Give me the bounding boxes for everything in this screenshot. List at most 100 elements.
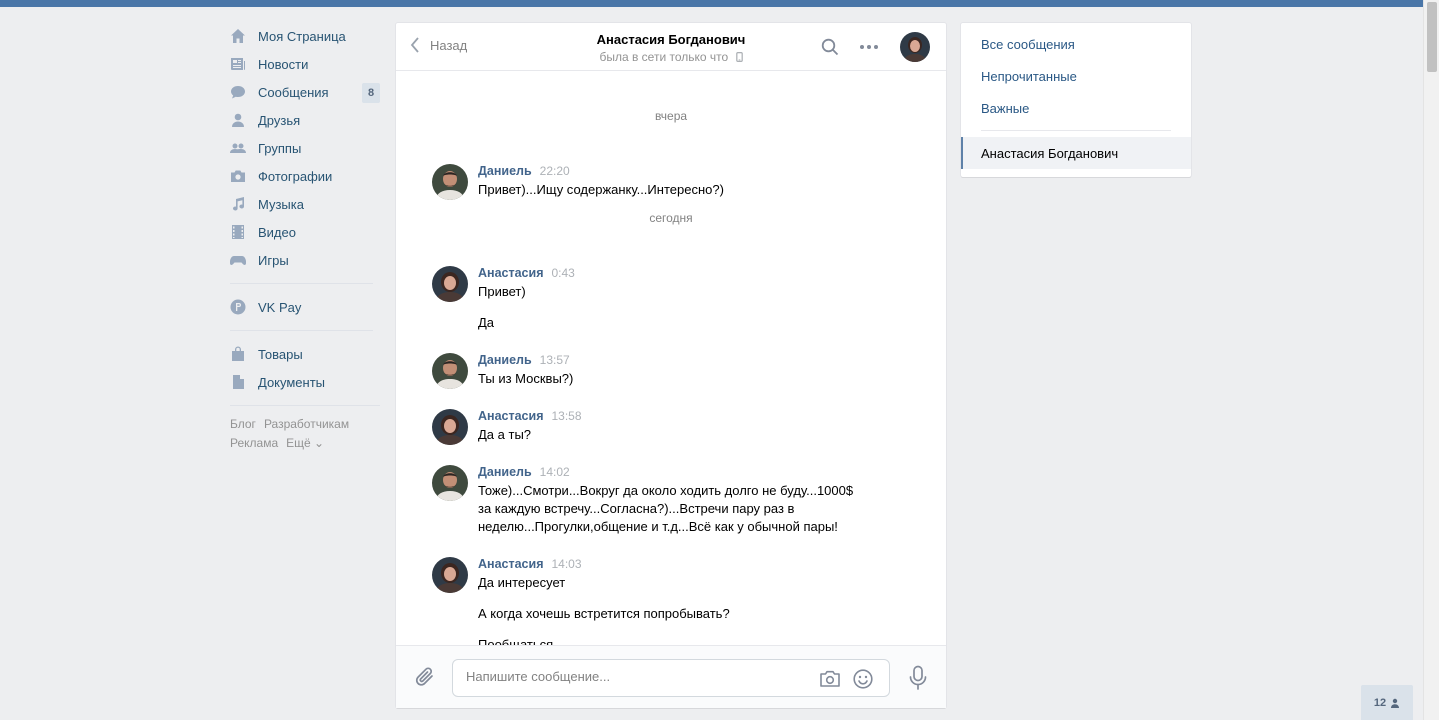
nav-item-video[interactable]: Видео — [230, 218, 380, 246]
scrollbar-thumb[interactable] — [1427, 2, 1437, 72]
message-author[interactable]: Анастасия 13:58 — [478, 409, 582, 423]
nav-label: Моя Страница — [258, 28, 346, 44]
message-text: Ты из Москвы?) — [478, 371, 574, 386]
folder-divider — [981, 130, 1171, 131]
nav-item-music[interactable]: Музыка — [230, 190, 380, 218]
friend-icon — [1391, 698, 1400, 708]
message-text: Привет)...Ищу содержанку...Интересно?) — [478, 182, 724, 197]
gamepad-icon — [230, 252, 246, 268]
message-text: Да интересует — [478, 575, 566, 590]
date-separator: вчера — [654, 109, 688, 123]
online-count-value: 12 — [1373, 696, 1387, 709]
nav-item-friends[interactable]: Друзья — [230, 106, 380, 134]
footer-link-ads[interactable]: Реклама — [230, 436, 278, 450]
message-time: 22:20 — [539, 164, 570, 178]
message-input-box[interactable] — [452, 659, 890, 697]
left-menu: Моя Страница Новости Сообщения 8 Друзья … — [230, 22, 380, 453]
news-icon — [230, 56, 246, 72]
nav-label: Товары — [258, 346, 303, 362]
nav-item-photos[interactable]: Фотографии — [230, 162, 380, 190]
camera-icon[interactable] — [819, 669, 841, 689]
messages-icon — [230, 84, 246, 100]
date-separator: сегодня — [649, 211, 693, 225]
nav-label: Сообщения — [258, 84, 329, 100]
footer-link-more[interactable]: Ещё ⌄ — [286, 436, 324, 450]
page-scrollbar[interactable] — [1423, 0, 1439, 720]
nav-label: VK Pay — [258, 299, 302, 315]
message-text: Пообщаться — [478, 637, 554, 645]
nav-label: Друзья — [258, 112, 301, 128]
film-icon — [230, 224, 246, 240]
sender-avatar-daniel[interactable] — [432, 465, 468, 501]
document-icon — [230, 374, 246, 390]
message-author[interactable]: Даниель 14:02 — [478, 465, 570, 479]
nav-label: Видео — [258, 224, 296, 240]
nav-item-messages[interactable]: Сообщения 8 — [230, 78, 380, 106]
message-text: Да а ты? — [478, 427, 532, 442]
nav-label: Новости — [258, 56, 309, 72]
peer-status-text: была в сети только что — [599, 50, 729, 64]
nav-item-games[interactable]: Игры — [230, 246, 380, 274]
message-time: 13:58 — [551, 409, 582, 423]
nav-label: Игры — [258, 252, 289, 268]
nav-label: Фотографии — [258, 168, 333, 184]
nav-divider — [230, 330, 373, 331]
sender-avatar-daniel[interactable] — [432, 353, 468, 389]
nav-label: Музыка — [258, 196, 304, 212]
message-author[interactable]: Анастасия 14:03 — [478, 557, 582, 571]
nav-divider — [230, 283, 373, 284]
nav-item-market[interactable]: Товары — [230, 340, 380, 368]
top-header-bar — [0, 0, 1423, 7]
nav-item-my-page[interactable]: Моя Страница — [230, 22, 380, 50]
message-time: 13:57 — [539, 353, 570, 367]
unread-messages-badge: 8 — [362, 83, 380, 103]
message-author[interactable]: Даниель 13:57 — [478, 353, 570, 367]
music-note-icon — [230, 196, 246, 212]
sender-avatar-anastasia[interactable] — [432, 409, 468, 445]
footer-link-blog[interactable]: Блог — [230, 417, 256, 431]
folder-all-messages[interactable]: Все сообщения — [961, 28, 1191, 60]
chat-panel: Назад Анастасия Богданович была в сети т… — [396, 23, 946, 708]
nav-label: Группы — [258, 140, 302, 156]
nav-divider — [230, 405, 380, 406]
message-time: 14:03 — [551, 557, 582, 571]
sender-avatar-daniel[interactable] — [432, 164, 468, 200]
message-text: Тоже)...Смотри...Вокруг да около ходить … — [478, 483, 854, 534]
microphone-icon[interactable] — [908, 665, 928, 691]
nav-item-groups[interactable]: Группы — [230, 134, 380, 162]
message-text: Да — [478, 315, 495, 330]
message-text: А когда хочешь встретится попробывать? — [478, 606, 730, 621]
folder-active-chat[interactable]: Анастасия Богданович — [961, 137, 1191, 169]
message-author[interactable]: Даниель 22:20 — [478, 164, 570, 178]
message-text: Привет) — [478, 284, 526, 299]
chat-header: Назад Анастасия Богданович была в сети т… — [396, 23, 946, 71]
online-friends-counter[interactable]: 12 — [1361, 685, 1413, 720]
more-actions-icon[interactable] — [859, 38, 879, 56]
peer-avatar[interactable] — [900, 32, 930, 62]
message-time: 0:43 — [551, 266, 575, 280]
nav-item-vk-pay[interactable]: VK Pay — [230, 293, 380, 321]
nav-footer: Блог Разработчикам Реклама Ещё ⌄ — [230, 415, 380, 453]
groups-icon — [230, 140, 246, 156]
home-icon — [230, 28, 246, 44]
message-input[interactable] — [466, 669, 806, 684]
message-time: 14:02 — [539, 465, 570, 479]
folder-important[interactable]: Важные — [961, 92, 1191, 124]
sender-avatar-anastasia[interactable] — [432, 266, 468, 302]
message-composer — [396, 645, 946, 708]
message-history[interactable]: вчера Даниель 22:20 Привет)...Ищу содержа… — [396, 72, 946, 645]
footer-link-developers[interactable]: Разработчикам — [264, 417, 349, 431]
camera-icon — [230, 168, 246, 184]
nav-item-documents[interactable]: Документы — [230, 368, 380, 396]
shopping-bag-icon — [230, 346, 246, 362]
nav-item-news[interactable]: Новости — [230, 50, 380, 78]
folder-unread[interactable]: Непрочитанные — [961, 60, 1191, 92]
message-folders: Все сообщения Непрочитанные Важные Анаст… — [961, 23, 1191, 177]
emoji-smile-icon[interactable] — [852, 668, 874, 690]
paperclip-icon[interactable] — [414, 666, 436, 688]
nav-label: Документы — [258, 374, 326, 390]
vkpay-icon — [230, 299, 246, 315]
search-icon[interactable] — [821, 38, 839, 56]
sender-avatar-anastasia[interactable] — [432, 557, 468, 593]
message-author[interactable]: Анастасия 0:43 — [478, 266, 575, 280]
